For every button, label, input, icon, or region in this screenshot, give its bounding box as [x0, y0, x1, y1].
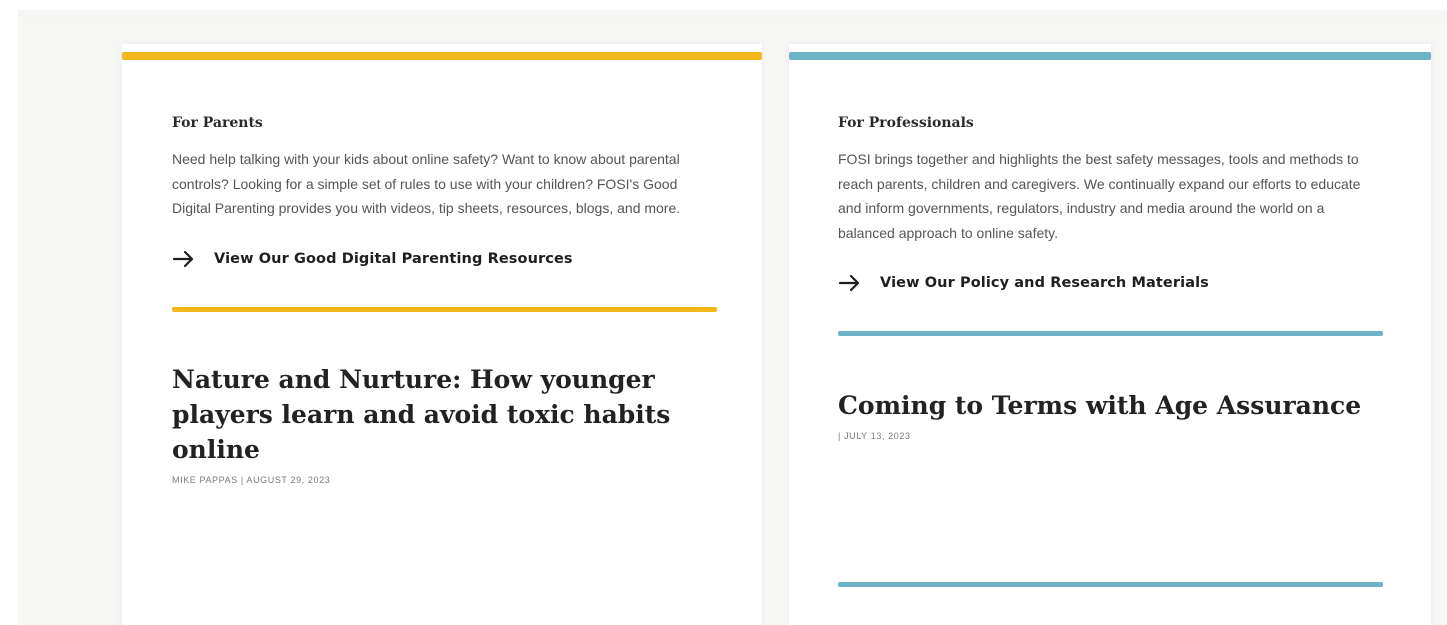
- article-byline: MIKE PAPPAS | AUGUST 29, 2023: [172, 474, 331, 485]
- top-strip: [0, 0, 1447, 10]
- article-byline: | JULY 13, 2023: [838, 431, 911, 441]
- card-description: FOSI brings together and highlights the …: [838, 151, 1361, 241]
- card-for-professionals: For Professionals FOSI brings together a…: [789, 44, 1431, 625]
- card-accent-bar: [122, 52, 762, 60]
- section-divider: [838, 582, 1383, 587]
- article-title-link[interactable]: Nature and Nurture: How younger players …: [172, 362, 717, 467]
- arrow-right-icon: [838, 274, 862, 292]
- card-accent-bar: [789, 52, 1431, 60]
- parenting-resources-link[interactable]: View Our Good Digital Parenting Resource…: [172, 247, 717, 271]
- cta-label: View Our Good Digital Parenting Resource…: [214, 250, 573, 267]
- page: For Parents Need help talking with your …: [0, 0, 1447, 625]
- left-gutter: [0, 10, 18, 625]
- card-content: For Parents Need help talking with your …: [172, 114, 717, 485]
- policy-research-link[interactable]: View Our Policy and Research Materials: [838, 271, 1383, 295]
- section-divider: [172, 306, 717, 312]
- cta-label: View Our Policy and Research Materials: [880, 275, 1209, 291]
- card-eyebrow: For Parents: [172, 115, 263, 131]
- arrow-right-icon: [172, 250, 196, 268]
- article-title-link[interactable]: Coming to Terms with Age Assurance: [838, 388, 1383, 423]
- card-description: Need help talking with your kids about o…: [172, 151, 681, 216]
- section-divider: [838, 331, 1383, 336]
- card-content: For Professionals FOSI brings together a…: [838, 114, 1383, 441]
- card-eyebrow: For Professionals: [838, 115, 974, 131]
- card-for-parents: For Parents Need help talking with your …: [122, 44, 762, 625]
